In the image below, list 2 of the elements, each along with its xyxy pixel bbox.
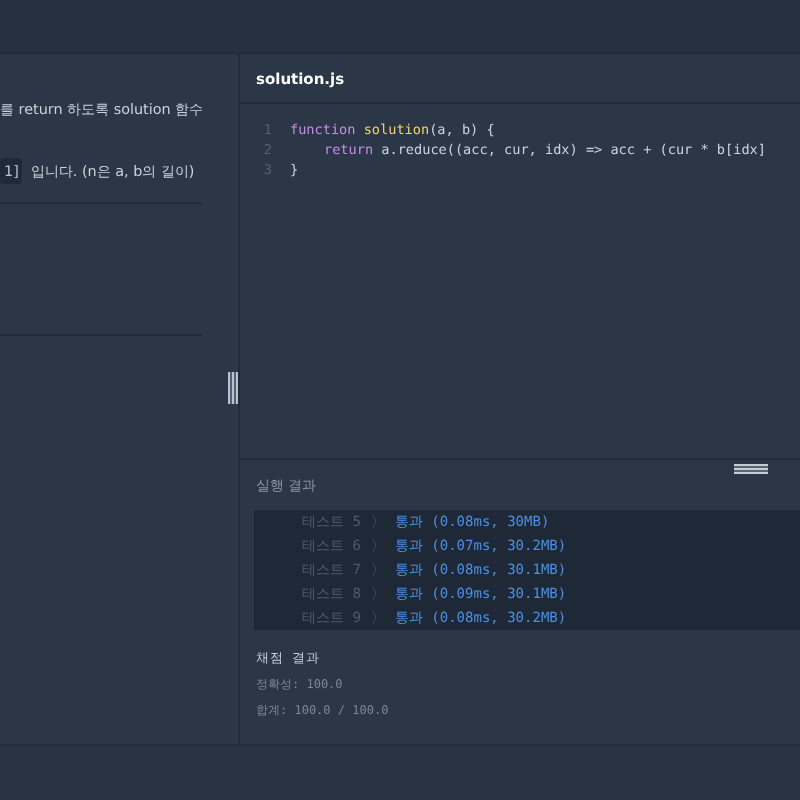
resize-handle-icon[interactable] — [228, 372, 238, 404]
resize-handle-icon[interactable] — [734, 464, 768, 474]
